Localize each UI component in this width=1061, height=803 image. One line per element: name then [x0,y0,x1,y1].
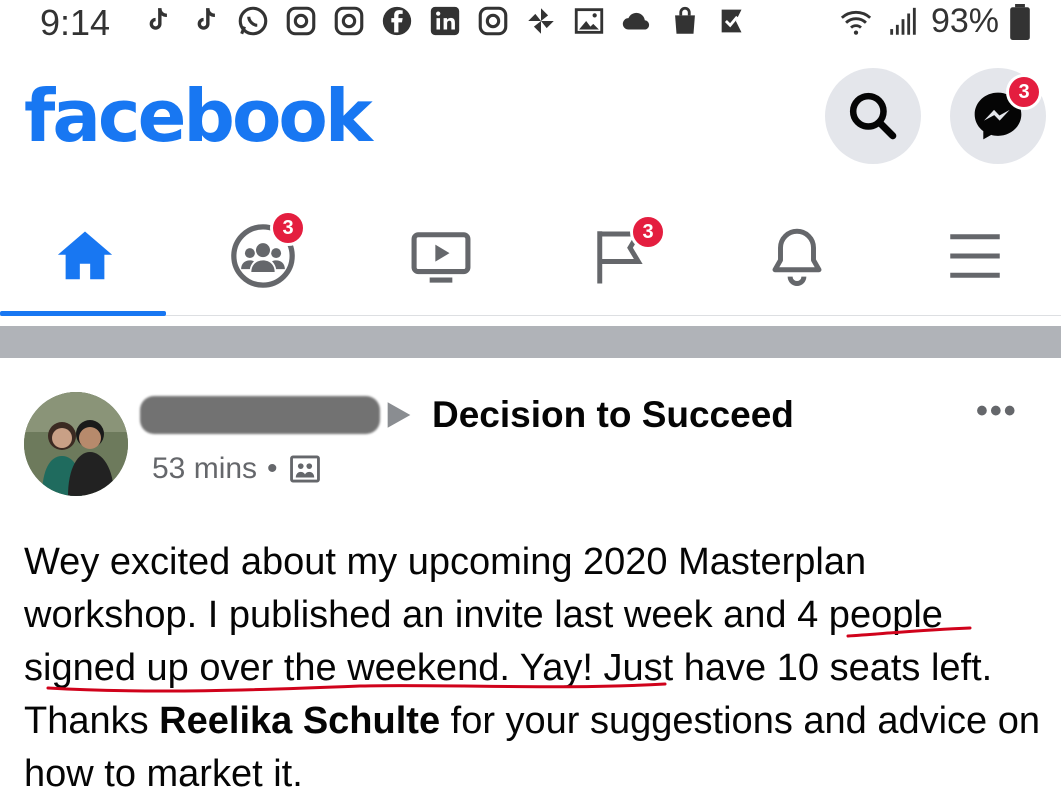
home-icon [57,231,113,280]
members-audience-icon [289,455,320,483]
notification-icons [140,4,750,38]
tab-menu[interactable] [890,196,1060,316]
pages-badge: 3 [630,214,666,250]
redacted-name [140,396,380,434]
messenger-button[interactable]: 3 [950,68,1046,164]
tab-watch[interactable] [356,196,526,316]
tiktok-icon [197,8,216,30]
instagram-icon [286,6,316,36]
facebook-icon [382,6,412,36]
tiktok-icon [149,8,168,30]
cloud-icon [622,12,650,30]
group-name[interactable]: Decision to Succeed [432,394,794,436]
main-nav: 3 3 [0,196,1061,316]
groups-badge: 3 [270,210,306,246]
messenger-badge: 3 [1006,74,1042,110]
whatsapp-icon [238,6,268,36]
tab-pages[interactable]: 3 [534,196,704,316]
post-time[interactable]: 53 mins [152,452,257,486]
status-bar: 9:14 93% [0,0,1061,46]
avatar[interactable] [24,392,128,496]
wifi-icon [840,10,872,35]
feed-divider [0,326,1061,358]
status-time: 9:14 [40,2,111,43]
video-icon [411,232,471,283]
instagram-icon [334,6,364,36]
mention-link[interactable]: Reelika Schulte [159,700,440,742]
tab-home[interactable] [0,196,170,316]
share-arrow-icon [387,402,411,428]
meta-dot: • [267,452,278,485]
more-options-button[interactable]: ••• [976,392,1018,431]
post-meta: 53 mins • [152,452,322,486]
bell-icon [772,228,822,286]
search-button[interactable] [825,68,921,164]
facebook-logo[interactable]: facebook [24,74,373,158]
battery-percent: 93% [930,2,999,40]
post-header: Decision to Succeed 53 mins • ••• [0,370,1061,510]
post-text: Wey excited about my upcoming 2020 Maste… [24,536,1044,801]
avatar-photo [24,392,128,496]
shopping-bag-icon [675,6,695,34]
tab-groups[interactable]: 3 [178,196,348,316]
battery-icon [1010,3,1030,40]
hamburger-icon [950,234,1000,278]
pinwheel-icon [528,8,554,34]
gallery-icon [574,8,604,34]
linkedin-icon [430,6,460,36]
flag-check-icon [721,9,742,33]
search-icon [849,92,897,140]
tab-notifications[interactable] [712,196,882,316]
instagram-icon [478,6,508,36]
status-right: 93% [837,2,1031,41]
signal-icon [890,7,916,35]
